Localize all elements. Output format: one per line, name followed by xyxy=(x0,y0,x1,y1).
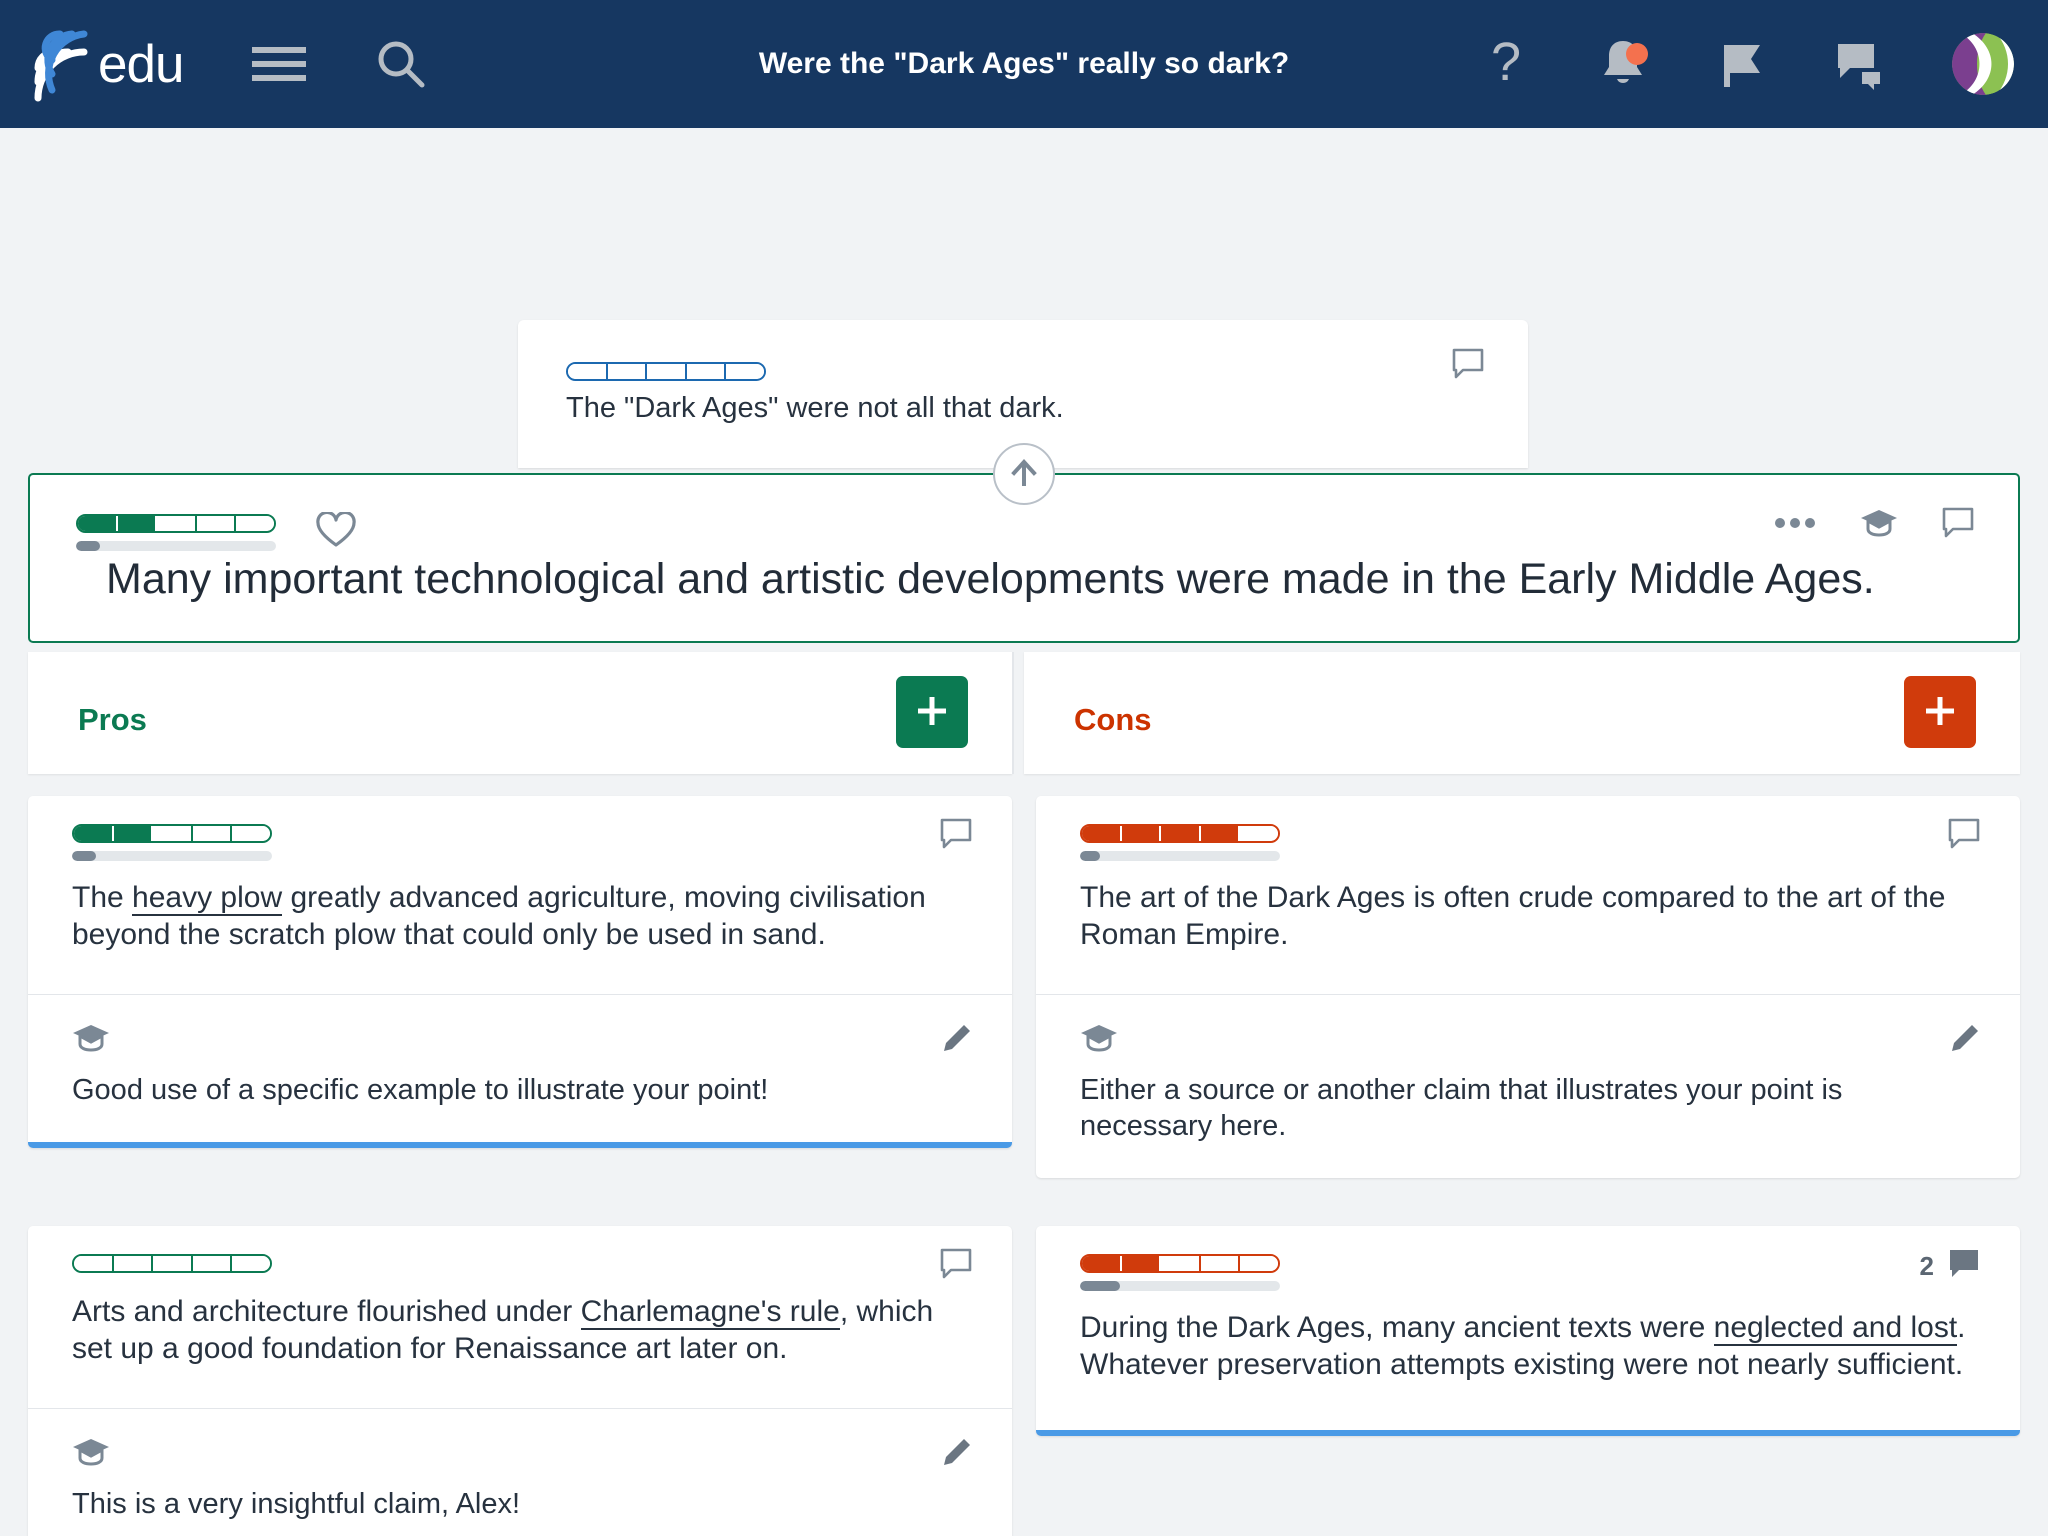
bell-icon[interactable] xyxy=(1594,35,1652,93)
thesis-card-toolbar-left xyxy=(76,510,356,553)
graduation-cap-icon[interactable] xyxy=(1860,508,1898,543)
thesis-card-toolbar-right xyxy=(1774,507,1974,544)
comment-outline-icon xyxy=(940,818,972,855)
con-card-text: During the Dark Ages, many ancient texts… xyxy=(1080,1310,1976,1384)
pro-rating-bar[interactable] xyxy=(72,824,272,861)
header-actions: ? xyxy=(1484,33,2014,95)
arcs-logo-icon xyxy=(28,26,92,102)
add-con-button[interactable] xyxy=(1904,676,1976,748)
text-segment: The xyxy=(72,881,133,914)
con-rating-bar[interactable] xyxy=(1080,1254,1280,1291)
pencil-icon[interactable] xyxy=(1948,1023,1980,1060)
pro-card-body: Arts and architecture flourished under C… xyxy=(28,1226,1012,1408)
con-card-comment[interactable] xyxy=(1948,818,1980,855)
rating-segments xyxy=(72,1254,272,1273)
search-icon[interactable] xyxy=(371,34,431,94)
teacher-feedback: Either a source or another claim that il… xyxy=(1036,993,2020,1179)
plus-icon xyxy=(1920,691,1960,734)
rating-segments xyxy=(566,362,766,381)
avatar[interactable] xyxy=(1952,33,2014,95)
inline-link[interactable]: heavy plow xyxy=(132,881,283,916)
column-divider xyxy=(1012,652,1014,774)
svg-text:?: ? xyxy=(1491,36,1521,92)
plus-icon xyxy=(912,691,952,734)
graduation-cap-icon xyxy=(1080,1023,1976,1058)
con-rating-bar[interactable] xyxy=(1080,824,1280,861)
con-card-body: The art of the Dark Ages is often crude … xyxy=(1036,796,2020,994)
comment-count: 2 xyxy=(1919,1251,1934,1281)
text-segment: The art of the Dark Ages is often crude … xyxy=(1080,881,1946,951)
progress-bar xyxy=(1080,851,1280,861)
graduation-cap-icon xyxy=(72,1023,968,1058)
pro-card-body: The heavy plow greatly advanced agricult… xyxy=(28,796,1012,994)
hamburger-menu-icon[interactable] xyxy=(249,34,309,94)
inline-link[interactable]: Charlemagne's rule xyxy=(580,1295,840,1330)
pros-column-header: Pros xyxy=(28,652,1012,774)
chat-bubbles-icon[interactable] xyxy=(1834,38,1886,90)
add-pro-button[interactable] xyxy=(896,676,968,748)
pro-card[interactable]: The heavy plow greatly advanced agricult… xyxy=(28,796,1012,1149)
pencil-icon[interactable] xyxy=(940,1023,972,1060)
comment-outline-icon[interactable] xyxy=(1452,348,1484,385)
comment-outline-icon xyxy=(1948,818,1980,855)
teacher-feedback-text: This is a very insightful claim, Alex! xyxy=(72,1487,521,1520)
graduation-cap-icon xyxy=(72,1437,968,1472)
con-card[interactable]: The art of the Dark Ages is often crude … xyxy=(1036,796,2020,1179)
thesis-rating-bar[interactable] xyxy=(76,514,276,551)
pro-card-comment[interactable] xyxy=(940,818,972,855)
question-mark-icon[interactable]: ? xyxy=(1484,36,1528,92)
pro-card-text: Arts and architecture flourished under C… xyxy=(72,1294,968,1368)
teacher-feedback-text: Good use of a specific example to illust… xyxy=(72,1073,769,1106)
rating-segments xyxy=(1080,1254,1280,1273)
con-card-body: 2 During the Dark Ages, many ancient tex… xyxy=(1036,1226,2020,1430)
comment-outline-icon[interactable] xyxy=(1942,507,1974,544)
ellipsis-icon[interactable] xyxy=(1774,516,1816,535)
pros-title: Pros xyxy=(78,702,147,737)
notification-badge xyxy=(1626,43,1648,65)
app-header: edu Were the "Dark Ages" really so dark?… xyxy=(0,0,2048,128)
text-segment: Arts and architecture flourished under xyxy=(72,1295,581,1328)
heart-outline-icon[interactable] xyxy=(316,510,356,553)
teacher-feedback: This is a very insightful claim, Alex! xyxy=(28,1407,1012,1536)
comment-outline-icon xyxy=(940,1248,972,1285)
progress-bar xyxy=(72,851,272,861)
teacher-feedback-text: Either a source or another claim that il… xyxy=(1080,1073,1843,1143)
con-card-comment[interactable]: 2 xyxy=(1920,1248,1980,1285)
arrow-up-icon[interactable] xyxy=(993,443,1055,505)
thesis-progress-bar xyxy=(76,541,276,551)
brand-logo[interactable]: edu xyxy=(28,26,184,102)
pro-rating-bar[interactable] xyxy=(72,1254,272,1273)
root-claim-text: The "Dark Ages" were not all that dark. xyxy=(566,392,1064,424)
progress-bar xyxy=(1080,1281,1280,1291)
pro-card[interactable]: Arts and architecture flourished under C… xyxy=(28,1226,1012,1536)
flag-icon[interactable] xyxy=(1718,37,1768,91)
rating-segments xyxy=(72,824,272,843)
inline-link[interactable]: neglected and lost xyxy=(1713,1311,1958,1346)
con-card[interactable]: 2 During the Dark Ages, many ancient tex… xyxy=(1036,1226,2020,1436)
comment-filled-icon xyxy=(1948,1248,1980,1285)
thesis-text: Many important technological and artisti… xyxy=(106,555,1875,603)
pro-card-text: The heavy plow greatly advanced agricult… xyxy=(72,880,968,954)
rating-segments xyxy=(1080,824,1280,843)
rating-segments xyxy=(76,514,276,533)
root-rating-bar[interactable] xyxy=(566,362,766,381)
teacher-feedback: Good use of a specific example to illust… xyxy=(28,993,1012,1142)
cons-column-header: Cons xyxy=(1024,652,2020,774)
con-card-text: The art of the Dark Ages is often crude … xyxy=(1080,880,1976,954)
cons-title: Cons xyxy=(1074,702,1152,737)
pro-card-comment[interactable] xyxy=(940,1248,972,1285)
brand-name: edu xyxy=(98,34,184,94)
pencil-icon[interactable] xyxy=(940,1437,972,1474)
text-segment: During the Dark Ages, many ancient texts… xyxy=(1080,1311,1714,1344)
